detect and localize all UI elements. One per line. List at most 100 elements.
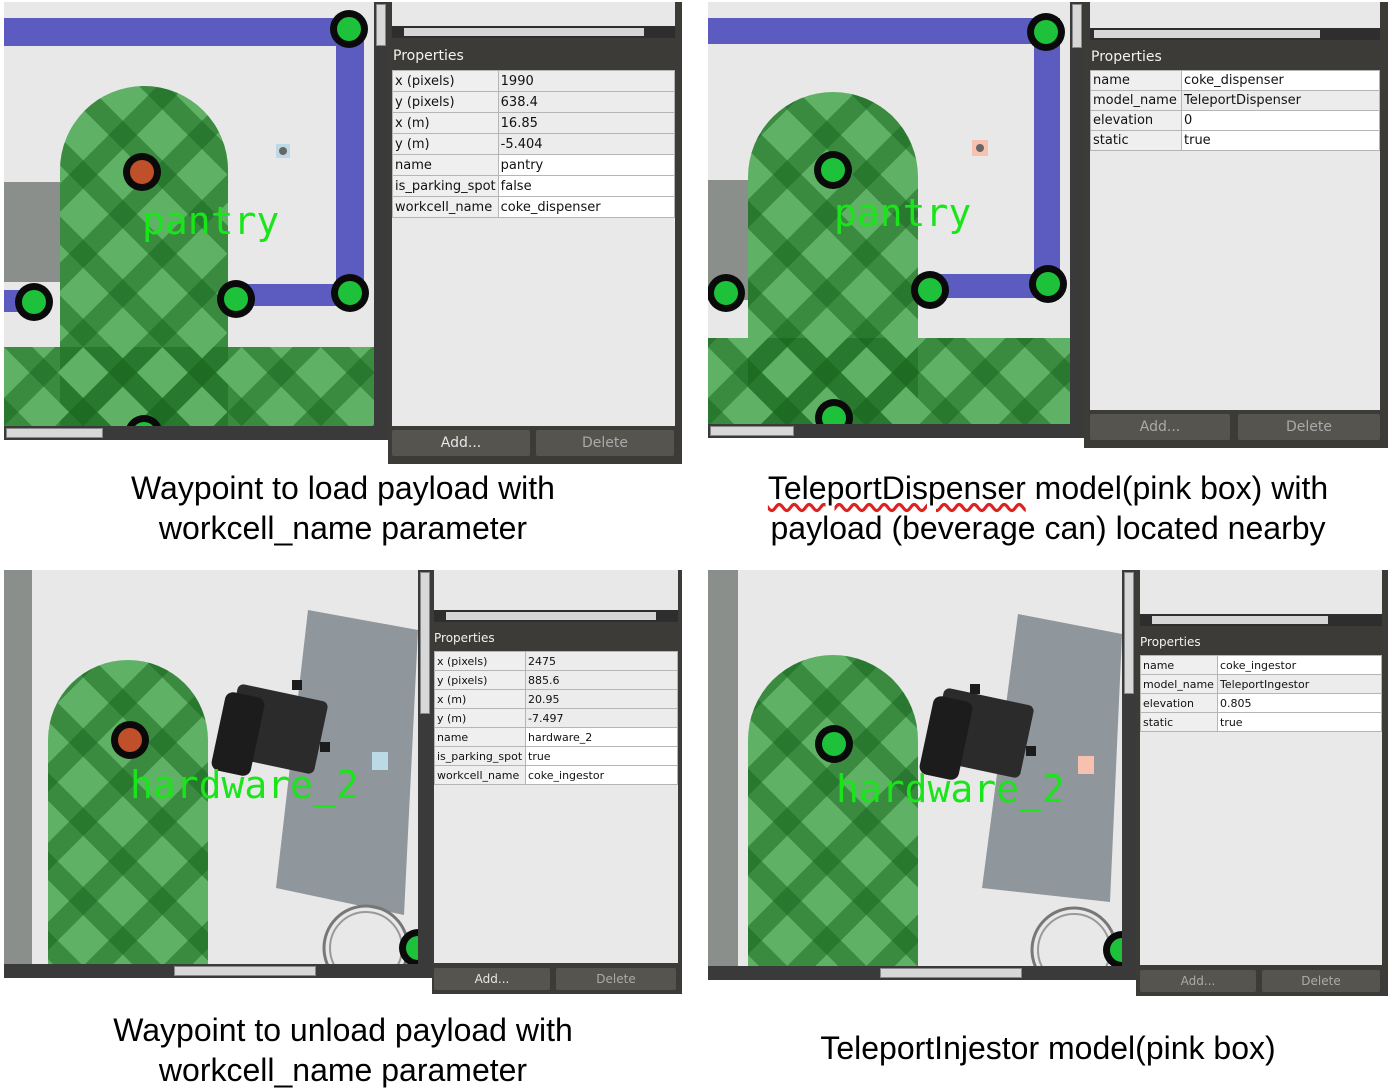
add-button[interactable]: Add...: [434, 968, 550, 990]
caption-line: payload (beverage can) located nearby: [770, 510, 1326, 546]
property-value[interactable]: 0: [1181, 110, 1380, 131]
property-value[interactable]: true: [525, 746, 678, 766]
map-canvas[interactable]: hardware_2: [708, 570, 1122, 980]
teleport-box: [1078, 756, 1094, 774]
selected-waypoint-icon: [123, 153, 161, 191]
delete-button[interactable]: Delete: [1238, 414, 1380, 440]
waypoint-icon: [814, 151, 852, 189]
add-button[interactable]: Add...: [1140, 970, 1256, 992]
waypoint-label: pantry: [834, 191, 971, 235]
property-value[interactable]: coke_dispenser: [1181, 70, 1380, 91]
map-canvas[interactable]: hardware_2: [4, 570, 418, 978]
property-value[interactable]: 0.805: [1217, 693, 1382, 713]
map-vertical-scrollbar[interactable]: [374, 2, 388, 440]
property-key: y (m): [392, 133, 499, 155]
property-row[interactable]: name hardware_2: [434, 727, 678, 747]
caption-line: workcell_name parameter: [158, 510, 528, 546]
map-drawing: pantry: [708, 2, 1070, 438]
properties-title: Properties: [1140, 635, 1201, 649]
property-key: static: [1090, 130, 1182, 151]
property-key: static: [1140, 712, 1218, 732]
map-vertical-scrollbar[interactable]: [1070, 2, 1084, 438]
property-row[interactable]: name pantry: [392, 154, 676, 176]
map-vertical-scrollbar[interactable]: [418, 570, 432, 978]
property-row[interactable]: elevation 0: [1090, 110, 1380, 131]
property-row[interactable]: is_parking_spot false: [392, 175, 676, 197]
property-value: TeleportIngestor: [1217, 674, 1382, 694]
property-row[interactable]: x (m) 16.85: [392, 112, 676, 134]
property-key: y (pixels): [434, 670, 526, 690]
delete-button[interactable]: Delete: [1262, 970, 1380, 992]
property-value: 2475: [525, 651, 678, 671]
properties-panel: Properties x (pixels) 2475 y (pixels) 885.6…: [432, 570, 682, 994]
map-horizontal-scrollbar[interactable]: [708, 966, 1122, 980]
property-row[interactable]: x (m) 20.95: [434, 689, 678, 709]
waypoint-icon: [708, 274, 745, 312]
property-key: x (m): [392, 112, 499, 134]
property-row[interactable]: workcell_name coke_dispenser: [392, 196, 676, 218]
waypoint-icon: [330, 10, 368, 48]
property-key: x (m): [434, 689, 526, 709]
lane-right: [1034, 18, 1060, 288]
property-value[interactable]: hardware_2: [525, 727, 678, 747]
property-value[interactable]: coke_ingestor: [1217, 655, 1382, 675]
property-value[interactable]: true: [1181, 130, 1380, 151]
properties-table: x (pixels) 2475 y (pixels) 885.6 x (m) 20.95 y…: [434, 651, 678, 785]
waypoint-label: pantry: [142, 199, 279, 243]
waypoint-label: hardware_2: [836, 767, 1065, 812]
property-row[interactable]: workcell_name coke_ingestor: [434, 765, 678, 785]
property-value[interactable]: pantry: [497, 154, 676, 176]
property-key: workcell_name: [434, 765, 526, 785]
add-button[interactable]: Add...: [1090, 414, 1230, 440]
map-horizontal-scrollbar[interactable]: [4, 964, 418, 978]
property-row[interactable]: model_name TeleportDispenser: [1090, 90, 1380, 111]
selected-waypoint-icon: [111, 721, 149, 759]
property-row[interactable]: y (pixels) 885.6: [434, 670, 678, 690]
property-row[interactable]: model_name TeleportIngestor: [1140, 674, 1382, 694]
map-canvas[interactable]: pantry: [708, 2, 1070, 438]
property-row[interactable]: x (pixels) 1990: [392, 70, 676, 92]
wall-block: [4, 182, 64, 282]
panel-teleport-dispenser: pantry Properties name coke_dispenser mode…: [708, 2, 1388, 466]
property-row[interactable]: y (pixels) 638.4: [392, 91, 676, 113]
waypoint-icon: [1029, 265, 1067, 303]
property-row[interactable]: x (pixels) 2475: [434, 651, 678, 671]
property-row[interactable]: static true: [1090, 130, 1380, 151]
property-key: model_name: [1140, 674, 1218, 694]
waypoint-icon: [1027, 13, 1065, 51]
waypoint-icon: [815, 725, 853, 763]
properties-table: x (pixels) 1990 y (pixels) 638.4 x (m) 16.85 y…: [392, 70, 676, 218]
property-row[interactable]: elevation 0.805: [1140, 693, 1382, 713]
delete-button[interactable]: Delete: [556, 968, 676, 990]
property-row[interactable]: y (m) -5.404: [392, 133, 676, 155]
waypoint-icon: [217, 280, 255, 318]
property-key: name: [1090, 70, 1182, 91]
property-value[interactable]: coke_ingestor: [525, 765, 678, 785]
property-value[interactable]: false: [497, 175, 676, 197]
property-row[interactable]: is_parking_spot true: [434, 746, 678, 766]
property-row[interactable]: name coke_dispenser: [1090, 70, 1380, 91]
property-value[interactable]: true: [1217, 712, 1382, 732]
map-horizontal-scrollbar[interactable]: [708, 424, 1070, 438]
property-value: 638.4: [497, 91, 676, 113]
property-value: -7.497: [525, 708, 678, 728]
map-horizontal-scrollbar[interactable]: [4, 426, 374, 440]
properties-title: Properties: [393, 48, 464, 64]
caption-unload: Waypoint to unload payload with workcell…: [4, 1010, 682, 1090]
map-canvas[interactable]: pantry: [4, 2, 374, 440]
caption-line: TeleportInjestor model(pink box): [820, 1030, 1276, 1066]
property-row[interactable]: y (m) -7.497: [434, 708, 678, 728]
property-row[interactable]: name coke_ingestor: [1140, 655, 1382, 675]
property-key: is_parking_spot: [392, 175, 499, 197]
add-button[interactable]: Add...: [392, 430, 530, 456]
property-key: x (pixels): [392, 70, 499, 92]
property-value[interactable]: coke_dispenser: [497, 196, 676, 218]
delete-button[interactable]: Delete: [536, 430, 674, 456]
caption-underlined-word: TeleportDispenser: [767, 470, 1026, 506]
property-key: y (pixels): [392, 91, 499, 113]
property-row[interactable]: static true: [1140, 712, 1382, 732]
properties-title: Properties: [434, 631, 495, 645]
map-vertical-scrollbar[interactable]: [1122, 570, 1136, 980]
waypoint-icon: [911, 271, 949, 309]
property-value: 16.85: [497, 112, 676, 134]
